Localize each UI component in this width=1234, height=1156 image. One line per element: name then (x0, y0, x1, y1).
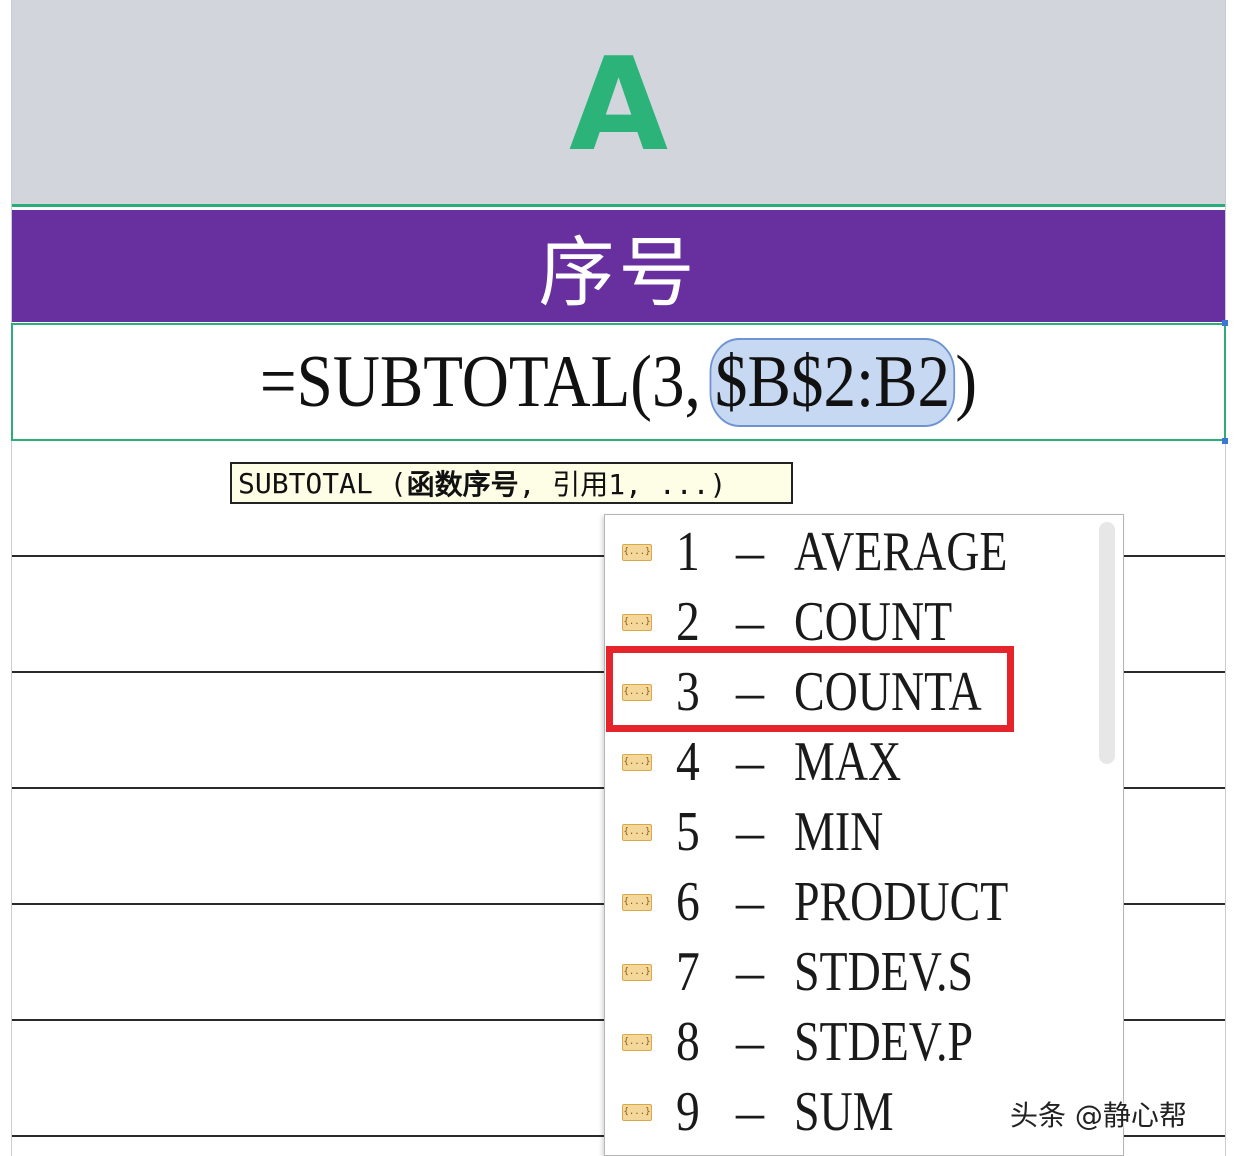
dropdown-item[interactable]: {...} 5– MIN (605, 797, 1095, 867)
dropdown-item-separator: – (736, 801, 764, 863)
formula-prefix: =SUBTOTAL(3, (259, 340, 701, 423)
function-option-icon: {...} (622, 1103, 652, 1121)
function-option-icon: {...} (622, 613, 652, 631)
dropdown-item-label: AVERAGE (794, 521, 1008, 583)
spreadsheet: A 序号 =SUBTOTAL(3, $B$2:B2 ) SUBTOTAL ( 函… (0, 0, 1234, 1156)
dropdown-item-label: PRODUCT (794, 871, 1009, 933)
function-signature-tooltip: SUBTOTAL ( 函数序号 , 引用1, ...) (230, 462, 793, 504)
dropdown-item-label: STDEV.P (794, 1011, 974, 1073)
formula-text: =SUBTOTAL(3, $B$2:B2 ) (259, 337, 978, 427)
right-gridline (1225, 0, 1226, 1156)
dropdown-item[interactable]: {...} 8– STDEV.P (605, 1007, 1095, 1077)
dropdown-item-number: 7 (676, 941, 700, 1003)
watermark: 头条 @静心帮 (1010, 1099, 1187, 1132)
formula-suffix: ) (955, 340, 978, 423)
dropdown-item-separator: – (736, 1081, 764, 1143)
dropdown-item-number: 9 (676, 1081, 700, 1143)
dropdown-item-label: MIN (794, 801, 884, 863)
function-option-icon: {...} (622, 753, 652, 771)
dropdown-item-number: 5 (676, 801, 700, 863)
dropdown-item-label: MAX (794, 731, 902, 793)
dropdown-item[interactable]: {...} 4– MAX (605, 727, 1095, 797)
dropdown-item-number: 6 (676, 871, 700, 933)
function-option-icon: {...} (622, 543, 652, 561)
dropdown-item-separator: – (736, 731, 764, 793)
tooltip-current-argument: 函数序号 (406, 468, 519, 501)
dropdown-item-separator: – (736, 591, 764, 653)
function-option-icon: {...} (622, 823, 652, 841)
dropdown-scrollbar[interactable] (1099, 522, 1115, 764)
dropdown-item-number: 2 (676, 591, 700, 653)
dropdown-item-number: 4 (676, 731, 700, 793)
header-cell[interactable]: 序号 (12, 210, 1225, 322)
dropdown-item-number: 1 (676, 521, 700, 583)
highlight-box-counta (606, 646, 1014, 732)
dropdown-item-label: STDEV.S (794, 941, 974, 1003)
dropdown-item-separator: – (736, 521, 764, 583)
dropdown-item[interactable]: {...} 7– STDEV.S (605, 937, 1095, 1007)
function-option-icon: {...} (622, 1033, 652, 1051)
function-option-icon: {...} (622, 893, 652, 911)
header-cell-text: 序号 (538, 228, 699, 317)
selection-handle-top[interactable] (1222, 320, 1228, 326)
active-cell-editor[interactable]: =SUBTOTAL(3, $B$2:B2 ) (11, 323, 1226, 441)
dropdown-item-number: 8 (676, 1011, 700, 1073)
function-number-dropdown[interactable]: {...} 1– AVERAGE {...} 2– COUNT {...} 3– COUNTA{… (604, 514, 1124, 1156)
tooltip-remaining-arguments: , 引用1, ...) (518, 468, 727, 501)
dropdown-item-separator: – (736, 941, 764, 1003)
dropdown-item-separator: – (736, 1011, 764, 1073)
column-header-a[interactable]: A (12, 0, 1225, 207)
dropdown-item-separator: – (736, 871, 764, 933)
selection-handle-bottom[interactable] (1222, 438, 1228, 444)
column-letter: A (568, 31, 669, 180)
tooltip-function-name: SUBTOTAL ( (238, 466, 407, 500)
dropdown-item[interactable]: {...} 1– AVERAGE (605, 517, 1095, 587)
formula-range-reference[interactable]: $B$2:B2 (709, 337, 956, 427)
dropdown-item-label: SUM (794, 1081, 894, 1143)
dropdown-item[interactable]: {...} 6– PRODUCT (605, 867, 1095, 937)
dropdown-item-label: COUNT (794, 591, 953, 653)
function-option-icon: {...} (622, 963, 652, 981)
